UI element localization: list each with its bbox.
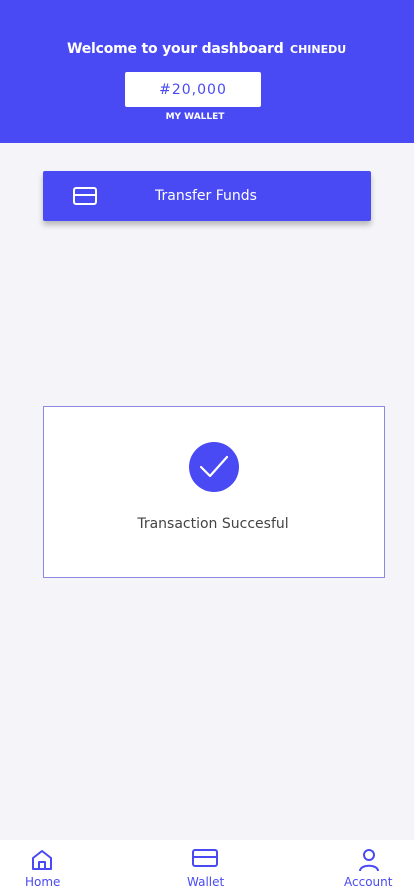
transfer-funds-label: Transfer Funds: [155, 188, 257, 204]
bottom-nav: Home Wallet Account: [0, 840, 414, 896]
dashboard-screen: Welcome to your dashboard CHINEDU #20,00…: [0, 0, 414, 896]
nav-label-account: Account: [344, 875, 393, 889]
nav-label-wallet: Wallet: [187, 875, 225, 889]
nav-label-home: Home: [25, 875, 61, 889]
welcome-title: Welcome to your dashboard: [67, 41, 284, 57]
header: Welcome to your dashboard CHINEDU #20,00…: [0, 0, 414, 143]
wallet-balance-box[interactable]: #20,000: [125, 72, 261, 107]
transfer-funds-button[interactable]: Transfer Funds: [43, 171, 371, 221]
success-card: Transaction Succesful: [43, 406, 385, 578]
home-icon: [30, 848, 54, 876]
nav-item-account[interactable]: Account: [342, 840, 398, 896]
wallet-icon: [192, 848, 218, 872]
nav-item-home[interactable]: Home: [24, 840, 64, 896]
username-label: CHINEDU: [290, 43, 347, 56]
user-icon: [357, 848, 381, 876]
nav-item-wallet[interactable]: Wallet: [185, 840, 229, 896]
wallet-label: MY WALLET: [165, 112, 225, 122]
success-message: Transaction Succesful: [137, 516, 289, 532]
wallet-balance-value: #20,000: [159, 81, 227, 98]
check-icon: [189, 442, 239, 492]
card-icon: [73, 187, 97, 205]
